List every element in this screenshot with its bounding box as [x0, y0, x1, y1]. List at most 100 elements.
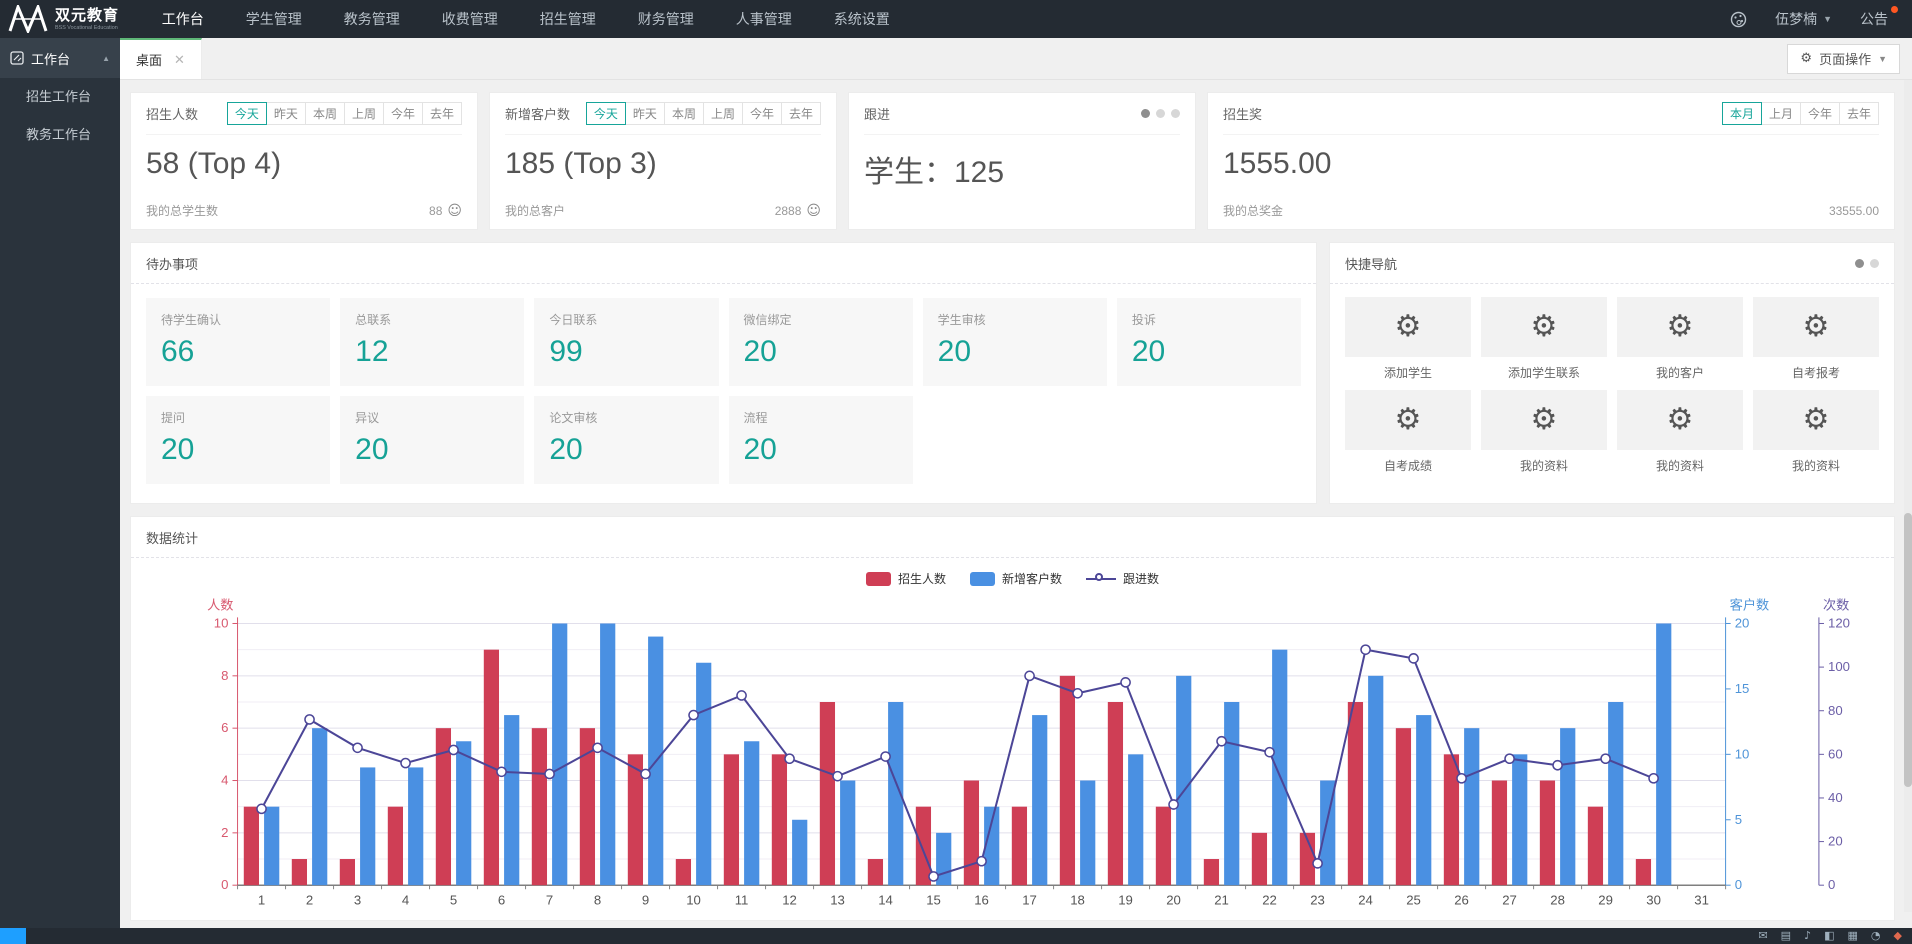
filter-yesterday[interactable]: 昨天	[625, 102, 665, 125]
todo-tile[interactable]: 学生审核 20	[923, 298, 1107, 386]
quicknav-item-self-exam-register[interactable]: ⚙ 自考报考	[1753, 297, 1879, 381]
nav-item-system[interactable]: 系统设置	[813, 0, 911, 38]
notice-label: 公告	[1860, 11, 1888, 27]
legend-label: 招生人数	[898, 570, 946, 587]
user-menu[interactable]: 伍梦楠 ▼	[1775, 9, 1832, 29]
nav-item-academics[interactable]: 教务管理	[323, 0, 421, 38]
todo-tile[interactable]: 微信绑定 20	[729, 298, 913, 386]
carousel-dot[interactable]	[1141, 109, 1150, 118]
svg-text:26: 26	[1454, 892, 1469, 907]
carousel-dot[interactable]	[1171, 109, 1180, 118]
quicknav-item-add-student-contact[interactable]: ⚙ 添加学生联系	[1481, 297, 1607, 381]
filter-today[interactable]: 今天	[586, 102, 626, 125]
filter-this-week[interactable]: 本周	[664, 102, 704, 125]
svg-text:2: 2	[306, 892, 313, 907]
nav-item-finance[interactable]: 财务管理	[617, 0, 715, 38]
todo-tile[interactable]: 提问 20	[146, 396, 330, 484]
page-actions-button[interactable]: ⚙ 页面操作 ▼	[1787, 44, 1900, 74]
sidebar-item-recruit-workbench[interactable]: 招生工作台	[0, 78, 120, 116]
scrollbar-thumb[interactable]	[1904, 513, 1912, 788]
close-icon[interactable]: ✕	[174, 52, 185, 68]
svg-text:0: 0	[1828, 877, 1835, 892]
todo-tile[interactable]: 论文审核 20	[534, 396, 718, 484]
legend-item-enrollment[interactable]: 招生人数	[866, 570, 946, 587]
tab-desktop[interactable]: 桌面 ✕	[120, 38, 202, 79]
show-desktop-button[interactable]	[0, 928, 26, 944]
usb-icon[interactable]: ◧	[1824, 928, 1834, 944]
filter-this-year[interactable]: 今年	[1800, 102, 1840, 125]
stat-footer-label: 我的总学生数	[146, 202, 218, 219]
quicknav-item-self-exam-scores[interactable]: ⚙ 自考成绩	[1345, 390, 1471, 474]
card-title: 跟进	[864, 104, 890, 123]
theme-palette-icon[interactable]	[1730, 11, 1747, 28]
gear-icon: ⚙	[1395, 312, 1422, 342]
quicknav-item-my-profile[interactable]: ⚙ 我的资料	[1481, 390, 1607, 474]
todo-tile[interactable]: 异议 20	[340, 396, 524, 484]
svg-text:13: 13	[830, 892, 845, 907]
svg-text:20: 20	[1735, 616, 1750, 631]
todo-count: 20	[744, 433, 898, 467]
gear-icon: ⚙	[1667, 312, 1694, 342]
nav-item-recruiting[interactable]: 招生管理	[519, 0, 617, 38]
quicknav-item-my-profile[interactable]: ⚙ 我的资料	[1617, 390, 1743, 474]
svg-text:15: 15	[926, 892, 941, 907]
quicknav-label: 我的资料	[1481, 457, 1607, 474]
filter-today[interactable]: 今天	[227, 102, 267, 125]
sidebar-item-academic-workbench[interactable]: 教务工作台	[0, 116, 120, 154]
todo-tile[interactable]: 投诉 20	[1117, 298, 1301, 386]
volume-icon[interactable]: ♪	[1804, 928, 1811, 944]
todo-count: 20	[938, 335, 1092, 369]
filter-last-year[interactable]: 去年	[1839, 102, 1879, 125]
alert-icon[interactable]: ◆	[1894, 928, 1902, 944]
filter-last-year[interactable]: 去年	[781, 102, 821, 125]
filter-this-year[interactable]: 今年	[383, 102, 423, 125]
nav-item-hr[interactable]: 人事管理	[715, 0, 813, 38]
time-filter-group: 本月 上月 今年 去年	[1723, 102, 1879, 125]
legend-item-new-customers[interactable]: 新增客户数	[970, 570, 1062, 587]
todo-tile[interactable]: 流程 20	[729, 396, 913, 484]
scrollbar-track[interactable]	[1904, 80, 1912, 912]
calendar-icon[interactable]: ▦	[1848, 928, 1858, 944]
tab-bar: 桌面 ✕ ⚙ 页面操作 ▼	[120, 38, 1912, 80]
chat-icon[interactable]: ✉	[1758, 928, 1767, 944]
stat-footer-value: 33555.00	[1829, 204, 1879, 218]
todo-label: 微信绑定	[744, 311, 898, 328]
clock-icon[interactable]: ◔	[1871, 928, 1881, 944]
filter-this-year[interactable]: 今年	[742, 102, 782, 125]
brand-subtitle: BSS Vocational Education	[55, 25, 118, 30]
todo-count: 20	[161, 433, 315, 467]
svg-text:8: 8	[594, 892, 601, 907]
nav-item-workbench[interactable]: 工作台	[141, 0, 225, 38]
quicknav-item-my-profile[interactable]: ⚙ 我的资料	[1753, 390, 1879, 474]
quicknav-item-add-student[interactable]: ⚙ 添加学生	[1345, 297, 1471, 381]
sidebar-group-workbench[interactable]: 工作台 ▲	[0, 38, 120, 78]
svg-text:0: 0	[1735, 877, 1742, 892]
filter-last-month[interactable]: 上月	[1761, 102, 1801, 125]
filter-this-week[interactable]: 本周	[305, 102, 345, 125]
nav-item-fees[interactable]: 收费管理	[421, 0, 519, 38]
brand-logo[interactable]: 双元教育 BSS Vocational Education	[0, 5, 141, 33]
carousel-dot[interactable]	[1870, 259, 1879, 268]
todo-label: 学生审核	[938, 311, 1092, 328]
filter-this-month[interactable]: 本月	[1722, 102, 1762, 125]
filter-last-week[interactable]: 上周	[344, 102, 384, 125]
carousel-dot[interactable]	[1855, 259, 1864, 268]
filter-last-week[interactable]: 上周	[703, 102, 743, 125]
legend-item-followups[interactable]: 跟进数	[1086, 570, 1159, 587]
gear-icon: ⚙	[1803, 405, 1830, 435]
todo-tile[interactable]: 待学生确认 66	[146, 298, 330, 386]
stat-footer-label: 我的总奖金	[1223, 202, 1283, 219]
todo-tile[interactable]: 总联系 12	[340, 298, 524, 386]
carousel-dot[interactable]	[1156, 109, 1165, 118]
svg-text:40: 40	[1828, 790, 1843, 805]
todo-panel-title: 待办事项	[146, 254, 198, 273]
filter-last-year[interactable]: 去年	[422, 102, 462, 125]
quicknav-item-my-customers[interactable]: ⚙ 我的客户	[1617, 297, 1743, 381]
svg-text:人数: 人数	[207, 597, 233, 612]
nav-item-students[interactable]: 学生管理	[225, 0, 323, 38]
filter-yesterday[interactable]: 昨天	[266, 102, 306, 125]
todo-tile[interactable]: 今日联系 99	[534, 298, 718, 386]
chart-icon[interactable]: ▤	[1781, 928, 1791, 944]
todo-count: 99	[549, 335, 703, 369]
notice-button[interactable]: 公告	[1860, 9, 1888, 29]
